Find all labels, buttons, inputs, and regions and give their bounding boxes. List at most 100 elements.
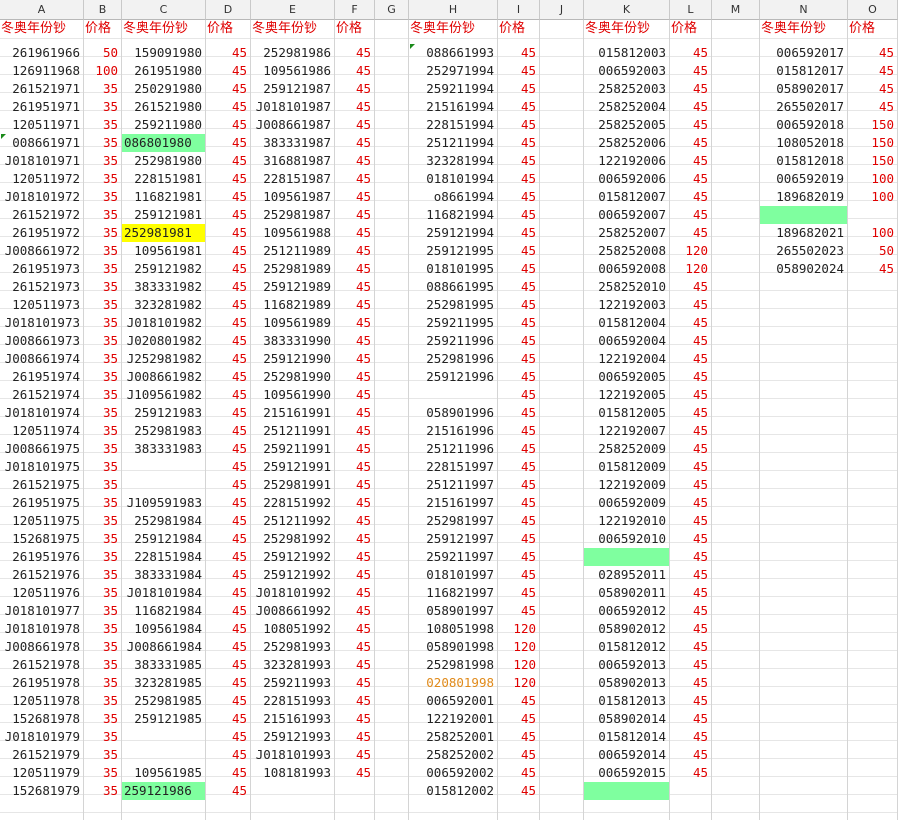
code-cell[interactable]: 383331984 xyxy=(122,566,205,584)
price-cell[interactable]: 45 xyxy=(848,62,897,80)
code-cell[interactable]: 109561981 xyxy=(122,242,205,260)
code-cell[interactable]: 122192009 xyxy=(584,476,669,494)
code-cell[interactable]: 006592003 xyxy=(584,62,669,80)
code-cell[interactable]: 259121993 xyxy=(251,728,334,746)
price-cell[interactable]: 45 xyxy=(498,134,539,152)
price-cell[interactable]: 35 xyxy=(84,278,121,296)
price-cell[interactable]: 45 xyxy=(670,98,711,116)
price-cell[interactable]: 45 xyxy=(206,620,250,638)
code-cell[interactable]: 252981998 xyxy=(409,656,497,674)
code-cell[interactable]: 058902011 xyxy=(584,584,669,602)
column-header-c[interactable]: C xyxy=(122,0,206,20)
code-cell[interactable]: 323281985 xyxy=(122,674,205,692)
price-cell[interactable]: 35 xyxy=(84,674,121,692)
price-cell[interactable]: 45 xyxy=(498,566,539,584)
code-cell[interactable]: 015812009 xyxy=(584,458,669,476)
price-cell[interactable]: 45 xyxy=(206,476,250,494)
price-cell[interactable]: 50 xyxy=(848,242,897,260)
price-cell[interactable]: 45 xyxy=(206,386,250,404)
code-cell[interactable]: 109561990 xyxy=(251,386,334,404)
code-cell[interactable]: 058901996 xyxy=(409,404,497,422)
price-cell[interactable]: 35 xyxy=(84,350,121,368)
code-cell[interactable]: 252981991 xyxy=(251,476,334,494)
code-cell[interactable]: 252981995 xyxy=(409,296,497,314)
price-cell[interactable]: 45 xyxy=(498,782,539,800)
code-cell[interactable]: 108052018 xyxy=(760,134,847,152)
code-cell[interactable]: 259121989 xyxy=(251,278,334,296)
price-cell[interactable]: 45 xyxy=(335,422,374,440)
price-cell[interactable]: 45 xyxy=(206,782,250,800)
price-cell[interactable]: 45 xyxy=(848,260,897,278)
price-cell[interactable]: 45 xyxy=(670,332,711,350)
price-cell[interactable]: 45 xyxy=(670,656,711,674)
code-cell[interactable]: 058902014 xyxy=(584,710,669,728)
price-cell[interactable]: 45 xyxy=(498,350,539,368)
price-cell[interactable]: 45 xyxy=(670,566,711,584)
price-cell[interactable]: 35 xyxy=(84,602,121,620)
code-cell[interactable]: 258252009 xyxy=(584,440,669,458)
price-cell[interactable]: 35 xyxy=(84,134,121,152)
price-cell[interactable]: 45 xyxy=(335,206,374,224)
code-cell[interactable]: 265502017 xyxy=(760,98,847,116)
code-cell[interactable]: 015812014 xyxy=(584,728,669,746)
price-cell[interactable]: 45 xyxy=(670,170,711,188)
price-cell[interactable]: 100 xyxy=(84,62,121,80)
code-cell[interactable]: 122192001 xyxy=(409,710,497,728)
code-cell[interactable]: 015812013 xyxy=(584,692,669,710)
price-cell[interactable]: 45 xyxy=(670,422,711,440)
price-cell[interactable]: 45 xyxy=(335,80,374,98)
column-header-g[interactable]: G xyxy=(375,0,409,20)
price-cell[interactable]: 45 xyxy=(498,314,539,332)
price-cell[interactable]: 45 xyxy=(670,116,711,134)
code-cell[interactable]: J008661978 xyxy=(0,638,83,656)
price-cell[interactable]: 45 xyxy=(498,476,539,494)
code-cell[interactable]: J018101979 xyxy=(0,728,83,746)
code-cell[interactable]: 316881987 xyxy=(251,152,334,170)
code-cell[interactable]: 252981986 xyxy=(251,44,334,62)
price-cell[interactable]: 45 xyxy=(670,278,711,296)
price-cell[interactable]: 45 xyxy=(670,134,711,152)
code-cell[interactable]: 015812018 xyxy=(760,152,847,170)
price-cell[interactable]: 45 xyxy=(335,314,374,332)
code-cell[interactable]: o8661994 xyxy=(409,188,497,206)
price-cell[interactable]: 45 xyxy=(670,674,711,692)
code-cell[interactable]: 006592004 xyxy=(584,332,669,350)
price-cell[interactable]: 45 xyxy=(335,548,374,566)
code-cell[interactable]: 261521971 xyxy=(0,80,83,98)
code-cell[interactable]: 058902024 xyxy=(760,260,847,278)
code-cell[interactable]: 258252007 xyxy=(584,224,669,242)
code-cell[interactable]: 261951973 xyxy=(0,260,83,278)
code-cell[interactable]: J018101974 xyxy=(0,404,83,422)
price-cell[interactable]: 45 xyxy=(335,656,374,674)
price-cell[interactable]: 45 xyxy=(670,62,711,80)
price-cell[interactable]: 45 xyxy=(206,602,250,620)
code-cell[interactable]: 261521976 xyxy=(0,566,83,584)
code-cell[interactable]: 006592014 xyxy=(584,746,669,764)
price-cell[interactable]: 35 xyxy=(84,710,121,728)
code-cell[interactable]: 215161996 xyxy=(409,422,497,440)
price-cell[interactable]: 35 xyxy=(84,422,121,440)
price-cell[interactable]: 45 xyxy=(670,710,711,728)
code-cell[interactable]: 259121990 xyxy=(251,350,334,368)
code-cell[interactable]: 058902017 xyxy=(760,80,847,98)
code-cell[interactable]: 259211995 xyxy=(409,314,497,332)
code-cell[interactable]: 252981989 xyxy=(251,260,334,278)
price-cell[interactable]: 45 xyxy=(206,530,250,548)
code-cell[interactable]: J018101971 xyxy=(0,152,83,170)
code-cell[interactable]: 251211989 xyxy=(251,242,334,260)
price-cell[interactable]: 45 xyxy=(498,728,539,746)
price-cell[interactable]: 45 xyxy=(670,314,711,332)
code-cell[interactable]: 020801998 xyxy=(409,674,497,692)
code-cell[interactable]: 261951978 xyxy=(0,674,83,692)
header-cell-l[interactable]: 价格 xyxy=(670,20,712,38)
code-cell[interactable] xyxy=(760,206,847,224)
code-cell[interactable]: 259121994 xyxy=(409,224,497,242)
code-cell[interactable]: 006592006 xyxy=(584,170,669,188)
price-cell[interactable]: 150 xyxy=(848,116,897,134)
code-cell[interactable]: 251211994 xyxy=(409,134,497,152)
price-cell[interactable]: 45 xyxy=(335,764,374,782)
code-cell[interactable]: 006592007 xyxy=(584,206,669,224)
price-cell[interactable]: 45 xyxy=(670,386,711,404)
price-cell[interactable]: 45 xyxy=(498,116,539,134)
price-cell[interactable]: 45 xyxy=(335,44,374,62)
